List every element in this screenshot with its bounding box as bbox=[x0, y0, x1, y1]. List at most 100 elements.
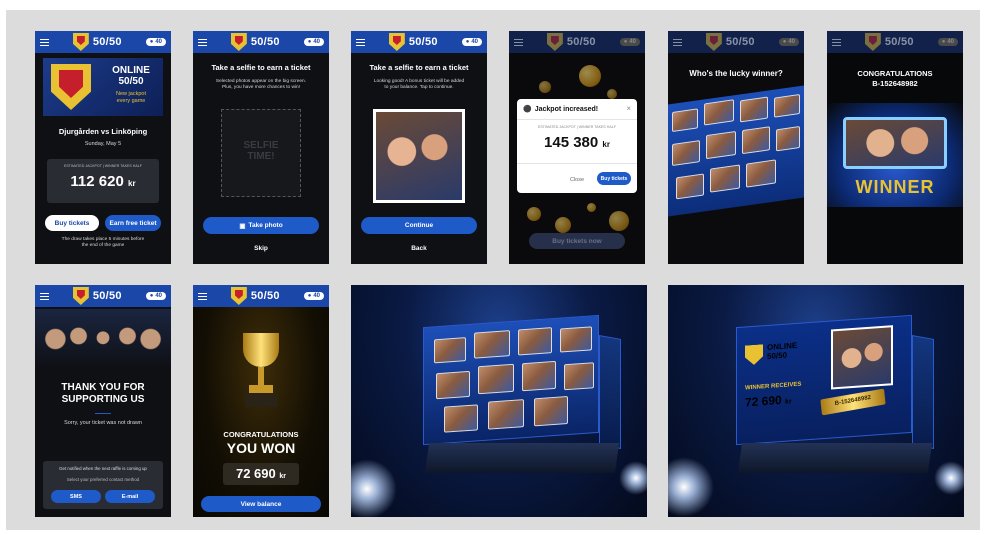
jackpot-label: ESTIMATED JACKPOT | WINNER TAKES HALF bbox=[64, 164, 142, 168]
cube-side-face bbox=[912, 335, 934, 449]
menu-icon[interactable] bbox=[40, 38, 49, 46]
crest-icon bbox=[705, 33, 722, 51]
reel-photo bbox=[710, 164, 740, 193]
brand-logo: 50/50 bbox=[72, 33, 122, 51]
ticket-icon: ● bbox=[307, 293, 312, 299]
brand-name: 50/50 bbox=[250, 36, 280, 48]
cube-currency: kr bbox=[785, 398, 792, 406]
not-drawn-text: Sorry, your ticket was not drawn bbox=[64, 420, 142, 426]
dialog-header: ⚫ Jackpot increased! bbox=[523, 105, 598, 114]
dialog-jackpot-label: ESTIMATED JACKPOT | WINNER TAKES HALF bbox=[538, 125, 616, 129]
menu-icon[interactable] bbox=[40, 292, 49, 300]
menu-icon[interactable] bbox=[198, 292, 207, 300]
placeholder-text-1: SELFIE bbox=[243, 140, 279, 151]
selfie-title: Take a selfie to earn a ticket bbox=[369, 63, 469, 72]
crest-icon bbox=[864, 33, 881, 51]
draw-info-2: the end of the game bbox=[81, 243, 125, 249]
reel-photo bbox=[742, 126, 770, 155]
view-balance-button[interactable]: View balance bbox=[201, 496, 321, 512]
app-header: 50/50 ● 40 bbox=[509, 31, 645, 53]
reel-photo bbox=[672, 140, 700, 166]
ticket-count: 40 bbox=[471, 39, 478, 45]
back-link[interactable]: Back bbox=[351, 245, 487, 252]
reel-photo bbox=[704, 99, 734, 126]
hero-title-1: ONLINE bbox=[112, 65, 150, 76]
notify-card: Get notified when the next raffle is com… bbox=[43, 461, 163, 509]
reel-photo bbox=[436, 370, 470, 400]
ticket-icon: ● bbox=[623, 39, 628, 45]
crest-icon bbox=[388, 33, 405, 51]
jackpot-card: ESTIMATED JACKPOT | WINNER TAKES HALF 11… bbox=[47, 159, 159, 203]
arena-cube-reel bbox=[351, 285, 647, 517]
ticket-count-badge[interactable]: ● 40 bbox=[303, 292, 324, 300]
jackpot-value: 112 620 bbox=[70, 173, 124, 190]
continue-button[interactable]: Continue bbox=[361, 217, 477, 234]
won-amount: 72 690 bbox=[235, 466, 276, 481]
ticket-count-badge[interactable]: ● 40 bbox=[461, 38, 482, 46]
brand-logo: 50/50 bbox=[864, 33, 914, 51]
won-currency: kr bbox=[279, 473, 286, 480]
reel-photo bbox=[564, 362, 594, 391]
screen-you-won: 50/50 ● 40 CONGRATULATIONS YOU WON 72 69… bbox=[193, 285, 329, 517]
crest-icon bbox=[72, 33, 89, 51]
winner-ticket-id: B-152648982 bbox=[872, 79, 918, 88]
dialog-currency: kr bbox=[602, 140, 610, 149]
brand-name: 50/50 bbox=[250, 290, 280, 302]
cube-bottom bbox=[737, 443, 933, 473]
dialog-jackpot-value: 145 380 bbox=[544, 134, 599, 151]
mockup-board: 50/50 ● 40 ONLINE 50/50 New jackpot ever… bbox=[6, 10, 980, 530]
ticket-count-badge[interactable]: ● 40 bbox=[303, 38, 324, 46]
ticket-icon: ● bbox=[465, 39, 470, 45]
background-buy-button: Buy tickets now bbox=[529, 233, 625, 249]
reel-photo bbox=[478, 363, 514, 395]
buy-tickets-button[interactable]: Buy tickets bbox=[45, 215, 99, 231]
app-header: 50/50 ● 40 bbox=[35, 31, 171, 53]
brand-logo: 50/50 bbox=[230, 287, 280, 305]
ticket-count-badge[interactable]: ● 40 bbox=[145, 292, 166, 300]
hero-banner: ONLINE 50/50 New jackpot every game bbox=[43, 58, 163, 116]
take-photo-label: Take photo bbox=[248, 222, 283, 229]
dialog-buy-button[interactable]: Buy tickets bbox=[597, 172, 631, 185]
brand-logo: 50/50 bbox=[546, 33, 596, 51]
brand-logo: 50/50 bbox=[705, 33, 755, 51]
menu-icon[interactable] bbox=[198, 38, 207, 46]
reel-photo bbox=[774, 94, 800, 118]
thanks-title-2: SUPPORTING US bbox=[61, 394, 145, 405]
cube-bottom bbox=[424, 443, 620, 473]
dialog-close-button[interactable]: Close bbox=[563, 177, 591, 183]
cube-front-face: ONLINE 50/50 WINNER RECEIVES 72 690 kr B… bbox=[736, 314, 912, 446]
app-header: 50/50 ● 40 bbox=[35, 285, 171, 307]
reel-photo bbox=[706, 131, 736, 160]
email-button[interactable]: E-mail bbox=[105, 490, 155, 503]
menu-icon[interactable] bbox=[356, 38, 365, 46]
ticket-icon: ● bbox=[307, 39, 312, 45]
brand-name: 50/50 bbox=[566, 36, 596, 48]
selfie-photo[interactable] bbox=[373, 109, 465, 203]
close-icon[interactable]: × bbox=[626, 104, 631, 113]
coin-icon bbox=[607, 89, 617, 99]
ticket-count-badge[interactable]: ● 40 bbox=[145, 38, 166, 46]
cube-title-2: 50/50 bbox=[767, 350, 788, 361]
ticket-icon: ● bbox=[941, 39, 946, 45]
earn-free-ticket-button[interactable]: Earn free ticket bbox=[105, 215, 161, 231]
selfie-title: Take a selfie to earn a ticket bbox=[211, 63, 311, 72]
thanks-title-1: THANK YOU FOR bbox=[61, 382, 145, 393]
ticket-count: 40 bbox=[155, 39, 162, 45]
brand-logo: 50/50 bbox=[230, 33, 280, 51]
screen-winner: 50/50 ● 40 CONGRATULATIONS B-152648982 W… bbox=[827, 31, 963, 264]
reel-photo bbox=[740, 96, 768, 123]
cube-side-face bbox=[599, 335, 621, 449]
trophy-icon bbox=[239, 333, 283, 415]
reel-photo bbox=[434, 337, 466, 364]
match-date: Sunday, May 5 bbox=[84, 141, 122, 147]
stage-light bbox=[351, 459, 397, 517]
screen-draw: 50/50 ● 40 Who's the lucky winner? bbox=[668, 31, 804, 264]
reel-photo bbox=[672, 108, 698, 132]
sms-button[interactable]: SMS bbox=[51, 490, 101, 503]
ticket-count: 40 bbox=[313, 39, 320, 45]
selfie-placeholder[interactable]: SELFIE TIME! bbox=[221, 109, 301, 197]
club-crest-icon bbox=[745, 344, 763, 365]
skip-link[interactable]: Skip bbox=[193, 245, 329, 252]
take-photo-button[interactable]: ▣ Take photo bbox=[203, 217, 319, 234]
won-title-2: YOU WON bbox=[226, 439, 296, 456]
